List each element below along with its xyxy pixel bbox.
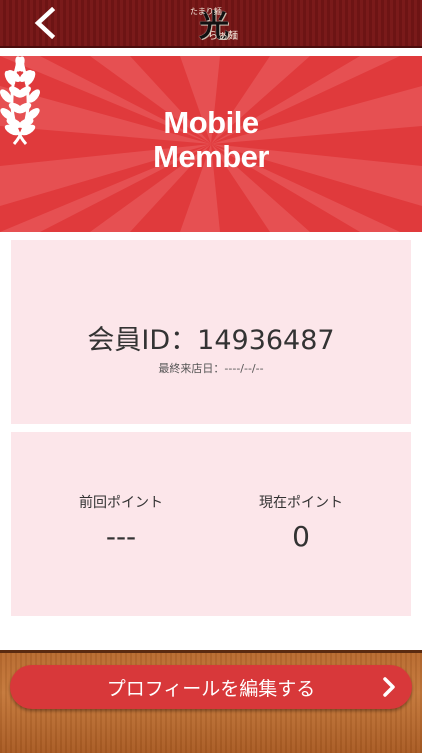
points-card: 前回ポイント --- 現在ポイント 0	[11, 432, 411, 616]
footer-bar: プロフィールを編集する	[0, 650, 422, 753]
member-id-card: 会員ID：14936487 最終来店日：----/--/--	[11, 240, 411, 424]
edit-profile-button[interactable]: プロフィールを編集する	[10, 665, 412, 709]
previous-points-label: 前回ポイント	[79, 495, 163, 511]
logo-suffix: らぁ麺	[208, 31, 238, 42]
banner-title: Mobile Member	[0, 106, 422, 174]
current-points-label: 現在ポイント	[259, 495, 343, 511]
banner-title-line1: Mobile	[163, 105, 259, 140]
member-id: 会員ID：14936487	[87, 325, 335, 356]
current-points-value: 0	[292, 520, 310, 553]
chevron-left-icon	[34, 7, 56, 39]
previous-points-value: ---	[105, 520, 137, 553]
mobile-member-banner: Mobile Member	[0, 56, 422, 232]
app-header: たまり麺 光 らぁ麺	[0, 0, 422, 48]
back-button[interactable]	[28, 5, 64, 41]
banner-title-line2: Member	[153, 139, 269, 174]
shop-logo: たまり麺 光 らぁ麺	[168, 3, 260, 44]
chevron-right-icon	[383, 677, 395, 697]
logo-subtitle: たまり麺	[190, 7, 222, 16]
last-visit-date: 最終来店日：----/--/--	[158, 362, 264, 375]
edit-profile-label: プロフィールを編集する	[106, 677, 316, 700]
member-content: 会員ID：14936487 最終来店日：----/--/-- 前回ポイント --…	[0, 232, 422, 650]
